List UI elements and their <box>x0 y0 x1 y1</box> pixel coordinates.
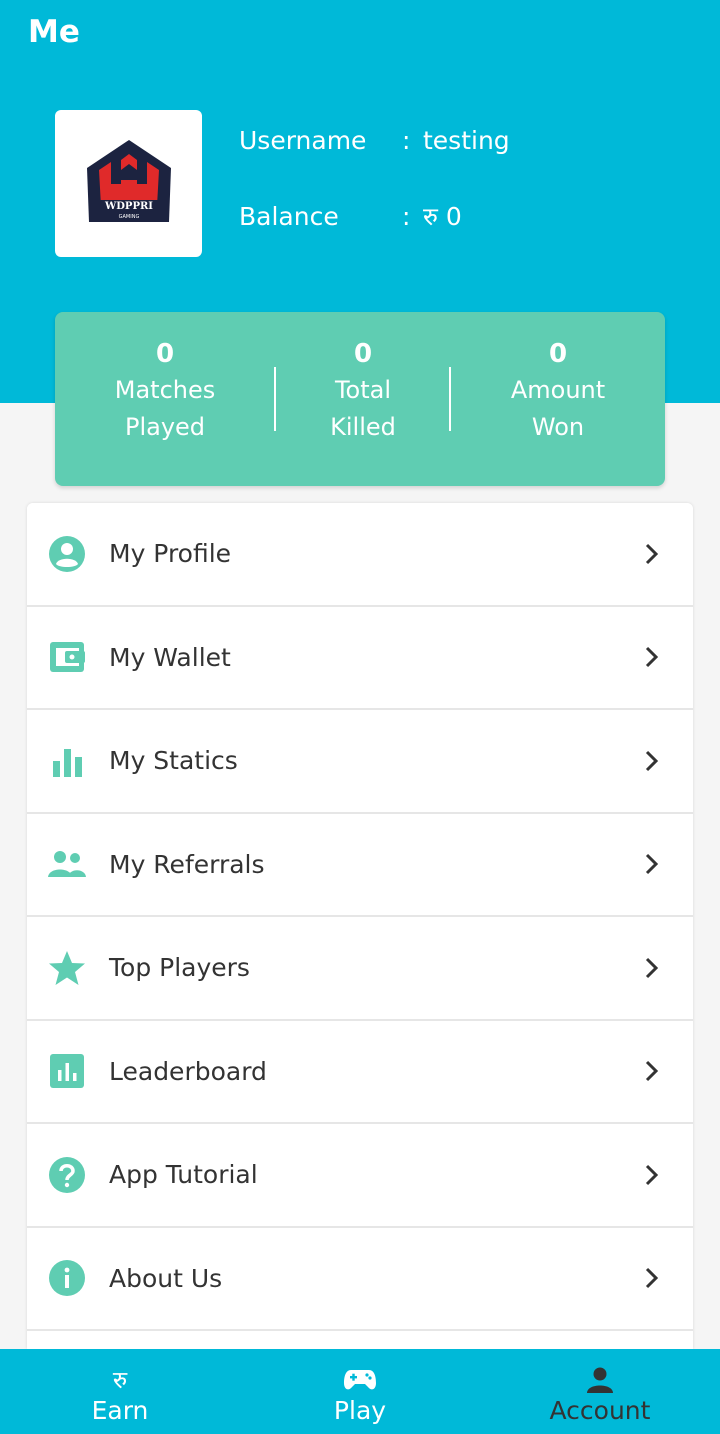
username-value: testing <box>423 126 510 155</box>
nav-label: Earn <box>91 1396 149 1425</box>
menu-item-label: My Wallet <box>109 642 231 672</box>
account-screen: Me WDPPRI GAMING Username : testing Bala… <box>0 0 720 1434</box>
stat-total-killed: 0 Total Killed <box>273 336 453 446</box>
account-circle-icon <box>48 535 86 573</box>
stat-label-line1: Amount <box>510 376 606 404</box>
menu-item-my-referrals[interactable]: My Referrals <box>27 813 693 917</box>
stat-divider <box>449 367 451 431</box>
star-icon <box>48 949 86 987</box>
logo-subtext: GAMING <box>118 214 139 220</box>
menu-item-label: About Us <box>109 1263 223 1293</box>
chevron-right-icon <box>645 647 659 668</box>
stat-label-line1: Total <box>334 376 392 404</box>
info-circle-icon <box>48 1259 86 1297</box>
stat-label-line2: Played <box>124 413 206 441</box>
person-icon <box>586 1365 614 1395</box>
stat-amount-won: 0 Amount Won <box>468 336 648 446</box>
chevron-right-icon <box>645 957 659 978</box>
nav-account[interactable]: Account <box>480 1349 720 1434</box>
stat-value: 0 <box>155 339 175 369</box>
nav-play[interactable]: Play <box>240 1349 480 1434</box>
stat-label-line1: Matches <box>114 376 216 404</box>
chevron-right-icon <box>645 854 659 875</box>
gamepad-icon <box>343 1365 377 1395</box>
menu-item-label: Top Players <box>109 953 250 983</box>
logo-text: WDPPRI <box>104 201 153 212</box>
chevron-right-icon <box>645 1268 659 1289</box>
nav-label: Play <box>333 1396 387 1425</box>
chevron-right-icon <box>645 750 659 771</box>
menu-item-label: Leaderboard <box>109 1056 267 1086</box>
nav-earn[interactable]: रु Earn <box>0 1349 240 1434</box>
menu-item-label: App Tutorial <box>109 1160 258 1190</box>
menu-item-top-players[interactable]: Top Players <box>27 917 693 1021</box>
menu-item-my-statics[interactable]: My Statics <box>27 710 693 814</box>
app-logo: WDPPRI GAMING <box>86 139 171 222</box>
chevron-right-icon <box>645 1164 659 1185</box>
help-circle-icon <box>48 1156 86 1194</box>
menu-item-my-profile[interactable]: My Profile <box>27 503 693 607</box>
chevron-right-icon <box>645 1061 659 1082</box>
bottom-navigation: रु Earn Play Account <box>0 1349 720 1434</box>
menu-item-label: My Statics <box>109 746 238 776</box>
username-separator: : <box>402 126 411 155</box>
stats-card: 0 Matches Played 0 Total Killed 0 Amount… <box>55 312 665 486</box>
wallet-icon <box>48 638 86 676</box>
rupee-icon: रु <box>113 1365 127 1395</box>
menu-item-leaderboard[interactable]: Leaderboard <box>27 1020 693 1124</box>
account-menu: My Profile My Wallet My Statics My Refer… <box>27 503 693 1349</box>
stat-label-line2: Killed <box>330 413 396 441</box>
nav-label: Account <box>549 1396 651 1425</box>
balance-row: Balance : रु 0 <box>239 199 462 233</box>
menu-item-my-wallet[interactable]: My Wallet <box>27 606 693 710</box>
menu-item-label: My Referrals <box>109 849 265 879</box>
page-title: Me <box>28 14 80 50</box>
balance-value: रु 0 <box>423 202 462 231</box>
menu-item-app-tutorial[interactable]: App Tutorial <box>27 1124 693 1228</box>
rupee-glyph: रु <box>112 1366 128 1394</box>
balance-separator: : <box>402 201 411 231</box>
bar-chart-icon <box>48 742 86 780</box>
chevron-right-icon <box>645 543 659 564</box>
stat-label-line2: Won <box>531 413 585 441</box>
avatar[interactable]: WDPPRI GAMING <box>55 110 202 257</box>
username-row: Username : testing <box>239 126 510 155</box>
menu-item-label: My Profile <box>109 539 232 569</box>
leaderboard-icon <box>48 1052 86 1090</box>
stat-value: 0 <box>353 339 373 369</box>
people-icon <box>48 845 86 883</box>
stat-matches-played: 0 Matches Played <box>75 336 255 446</box>
menu-item-about-us[interactable]: About Us <box>27 1227 693 1331</box>
balance-label: Balance <box>239 201 339 231</box>
username-label: Username <box>239 126 367 155</box>
stat-value: 0 <box>548 339 568 369</box>
